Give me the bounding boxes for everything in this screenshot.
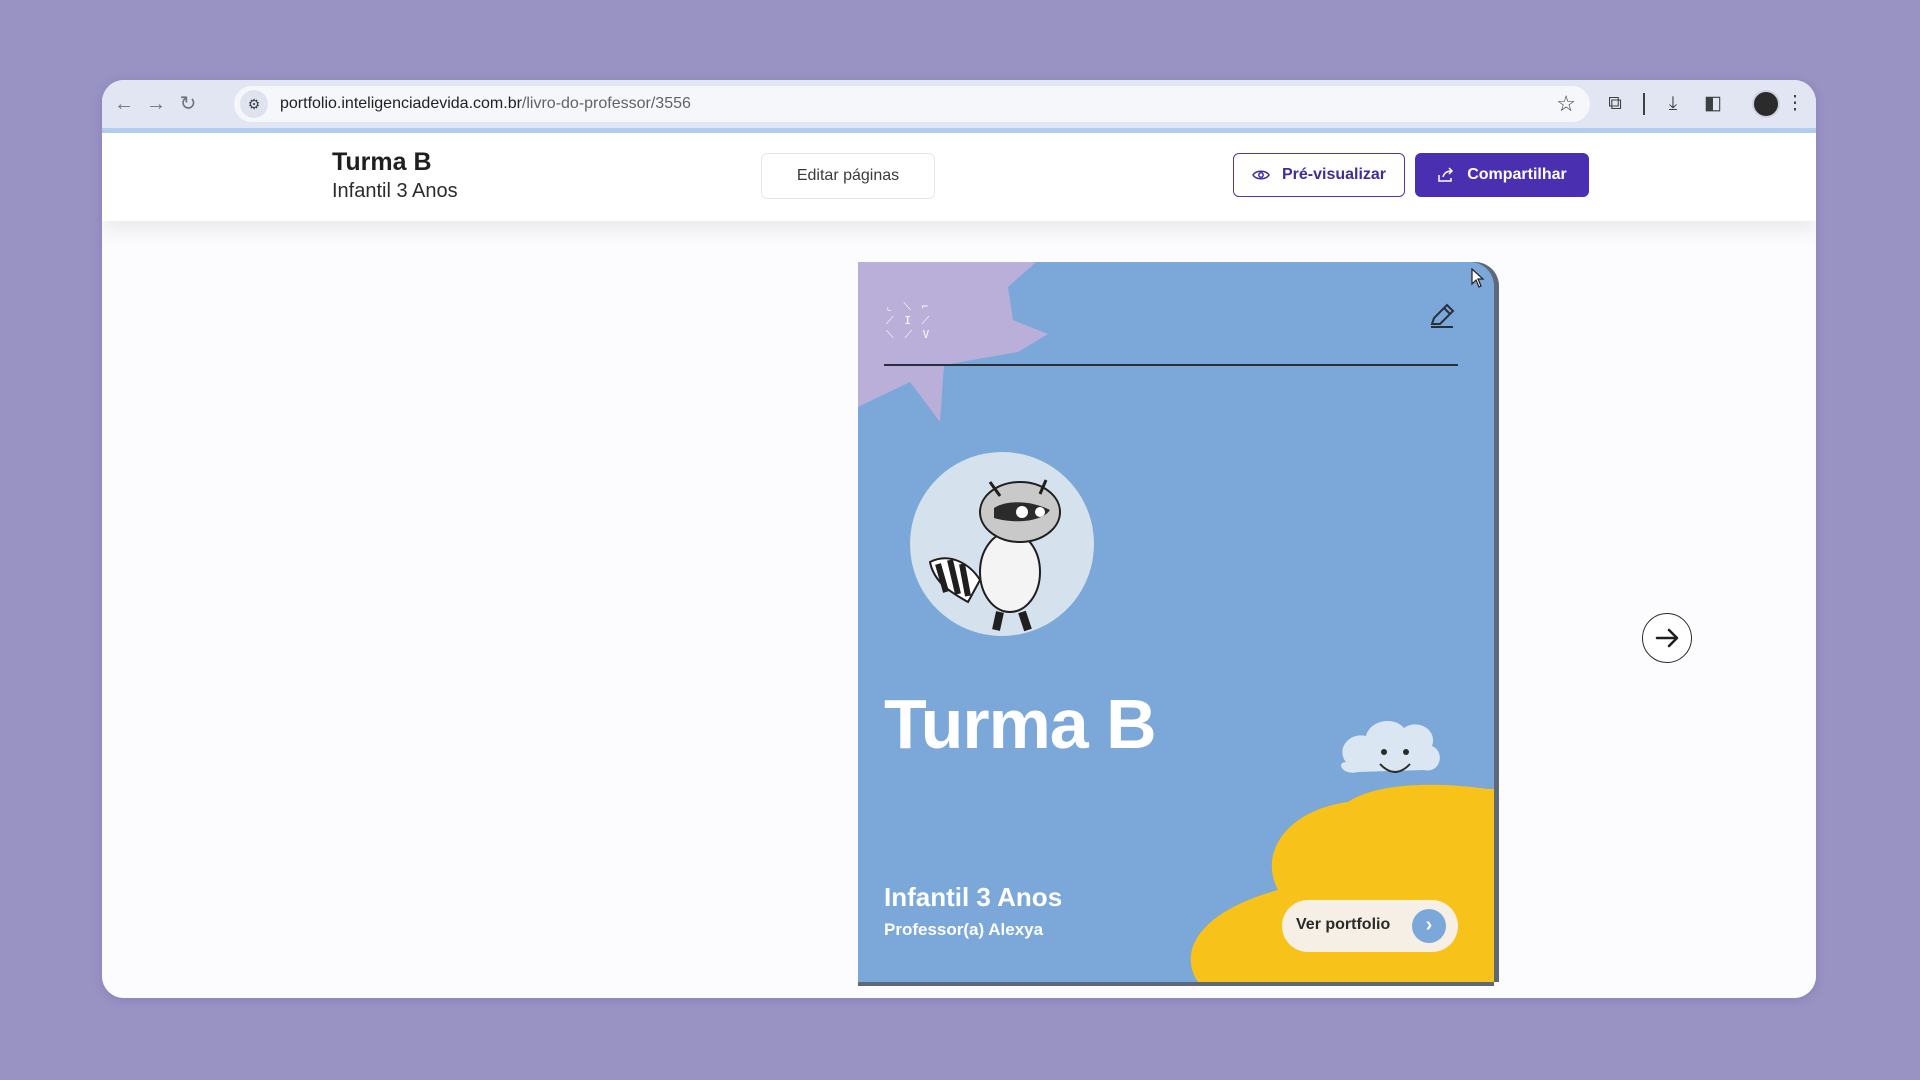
card-title: Turma B [884,685,1157,763]
preview-label: Pré-visualizar [1281,166,1387,183]
pencil-icon[interactable] [1426,300,1458,332]
site-info-icon[interactable]: ⚙ [240,90,268,118]
mouse-cursor [1471,268,1485,288]
card-divider [884,364,1458,366]
page-title: Turma B [332,148,432,176]
url-host: portfolio.inteligenciadevida.com.br [280,95,522,112]
raccoon-mascot-image [910,452,1094,636]
card-grade: Infantil 3 Anos [884,882,1063,912]
arrow-right-icon [1655,628,1679,648]
download-icon[interactable]: ⤓ [1660,91,1686,117]
address-bar[interactable]: ⚙ portfolio.inteligenciadevida.com.br/li… [234,86,1590,122]
share-label: Compartilhar [1467,166,1567,183]
edit-pages-button[interactable]: Editar páginas [761,153,935,199]
star-icon[interactable]: ☆ [1556,91,1576,117]
menu-icon[interactable]: ⋮ [1782,91,1808,117]
url-text[interactable]: portfolio.inteligenciadevida.com.br/livr… [280,95,691,113]
extensions-icon[interactable]: ⧉ [1602,91,1628,117]
share-icon [1438,167,1454,182]
sparkle-icon: ⌞ ⟍ ⌐ ⟋ I ⟋ ⟍ ⟋ V [886,300,932,341]
forward-icon[interactable]: → [144,92,168,116]
card-teacher: Professor(a) Alexya [884,920,1044,939]
side-panel-icon[interactable]: ◧ [1700,91,1726,117]
preview-button[interactable]: Pré-visualizar [1233,153,1405,197]
next-page-button[interactable] [1642,613,1692,663]
view-portfolio-button[interactable]: Ver portfolio › [1282,900,1458,952]
chevron-right-icon: › [1412,909,1446,943]
toolbar-divider [1643,93,1645,115]
url-path: /livro-do-professor/3556 [521,95,691,112]
back-icon[interactable]: ← [112,92,136,116]
profile-avatar[interactable] [1752,90,1780,118]
browser-toolbar: ← → ↻ ⚙ portfolio.inteligenciadevida.com… [102,80,1816,133]
reload-icon[interactable]: ↻ [176,92,200,116]
app-header: Turma B Infantil 3 Anos Editar páginas P… [102,133,1816,221]
page-subtitle: Infantil 3 Anos [332,180,458,202]
eye-icon [1252,170,1270,180]
view-portfolio-label: Ver portfolio [1296,916,1391,933]
portfolio-cover-card: ⌞ ⟍ ⌐ ⟋ I ⟋ ⟍ ⟋ V Turma B Infantil 3 Anos … [858,262,1494,982]
share-button[interactable]: Compartilhar [1415,153,1589,197]
